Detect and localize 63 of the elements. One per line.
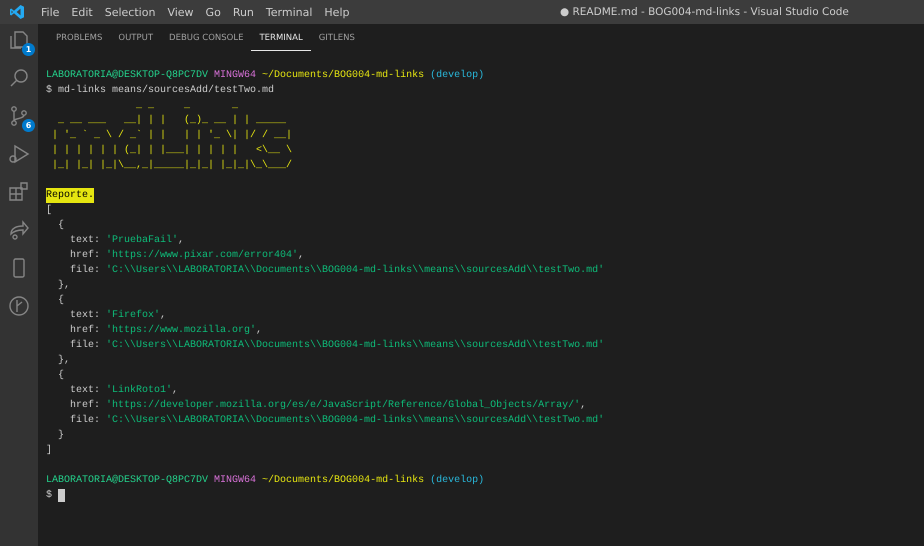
string-value: 'LinkRoto1' [106,384,172,398]
panel-tab[interactable]: PROBLEMS [48,26,110,50]
count-badge: 1 [22,43,35,56]
brace: { [58,218,64,233]
comma: , [178,234,184,248]
run-debug-icon[interactable] [7,142,31,166]
menu-item[interactable]: Run [226,6,260,18]
string-value: 'C:\\Users\\LABORATORIA\\Documents\\BOG004-md-links\\means\\sourcesAdd\\testTwo.md' [106,338,604,353]
prompt-path: ~/Documents/BOG004-md-links [262,68,424,83]
property-key: file: [70,413,100,428]
string-value: 'Firefox' [106,308,160,323]
string-value: 'https://developer.mozilla.org/es/e/JavaScript/Reference/Global_Objects/Array/' [106,398,580,413]
prompt-path: ~/Documents/BOG004-md-links [262,474,424,488]
menu-item[interactable]: View [161,6,200,18]
property-key: text: [70,233,100,248]
menu-item[interactable]: Edit [65,6,99,18]
count-badge: 6 [22,119,35,132]
panel-tab[interactable]: DEBUG CONSOLE [161,26,252,50]
property-key: href: [70,323,100,338]
report-label: Reporte. [46,188,94,203]
bracket: ] [46,444,52,458]
property-key: href: [70,248,100,263]
prompt-symbol: $ [46,84,52,98]
command-text: md-links means/sourcesAdd/testTwo.md [58,84,274,98]
ascii-art-text: _ _ _ _ _ __ ___ __| | | (_)_ __ | | _____ | '_ ` _ \ / _` | | | | '_ \| |/ / __| | | | | | | (_| | |___| | | | | <\__ \ |_| |_| |_|\__,_|_____|_|_| |_|_|\_\___/ [51,99,292,173]
prompt-system: MINGW64 [214,474,256,488]
prompt-user: LABORATORIA@DESKTOP-Q8PC7DV [46,68,208,83]
prompt-system: MINGW64 [214,69,256,83]
brace: }, [58,354,70,368]
property-key: file: [70,263,100,278]
panel-tab[interactable]: TERMINAL [251,26,311,50]
string-value: 'C:\\Users\\LABORATORIA\\Documents\\BOG004-md-links\\means\\sourcesAdd\\testTwo.md' [106,414,604,428]
menu-item[interactable]: Go [200,6,227,18]
window-title: ● README.md - BOG004-md-links - Visual Studio Code [560,5,849,20]
comma: , [298,249,304,263]
brace: } [58,428,64,443]
panel-tab[interactable]: GITLENS [310,26,363,50]
property-key: file: [70,338,100,353]
string-value: 'C:\\Users\\LABORATORIA\\Documents\\BOG004-md-links\\means\\sourcesAdd\\testTwo.md' [106,264,604,278]
menu-item[interactable]: Selection [98,6,162,18]
menu-item[interactable]: File [35,6,66,18]
comma: , [256,324,262,338]
brace: }, [58,278,70,293]
bracket: [ [46,204,52,218]
prompt-symbol: $ [46,488,52,503]
prompt-branch: (develop) [430,474,484,488]
menu-item[interactable]: Help [318,6,356,18]
string-value: 'https://www.pixar.com/error404' [106,248,298,263]
menu-item[interactable]: Terminal [260,6,318,18]
string-value: 'PruebaFail' [106,234,178,248]
prompt-branch: (develop) [430,68,484,83]
panel-tab[interactable]: OUTPUT [110,26,162,50]
prompt-user: LABORATORIA@DESKTOP-Q8PC7DV [46,474,208,488]
property-key: text: [70,308,100,323]
comma: , [172,384,178,398]
comma: , [160,309,166,323]
brace: { [58,294,64,308]
property-key: text: [70,383,100,398]
string-value: 'https://www.mozilla.org' [106,324,256,338]
vscode-logo-icon [9,4,25,20]
brace: { [58,368,64,383]
property-key: href: [70,398,100,413]
comma: , [580,399,586,413]
